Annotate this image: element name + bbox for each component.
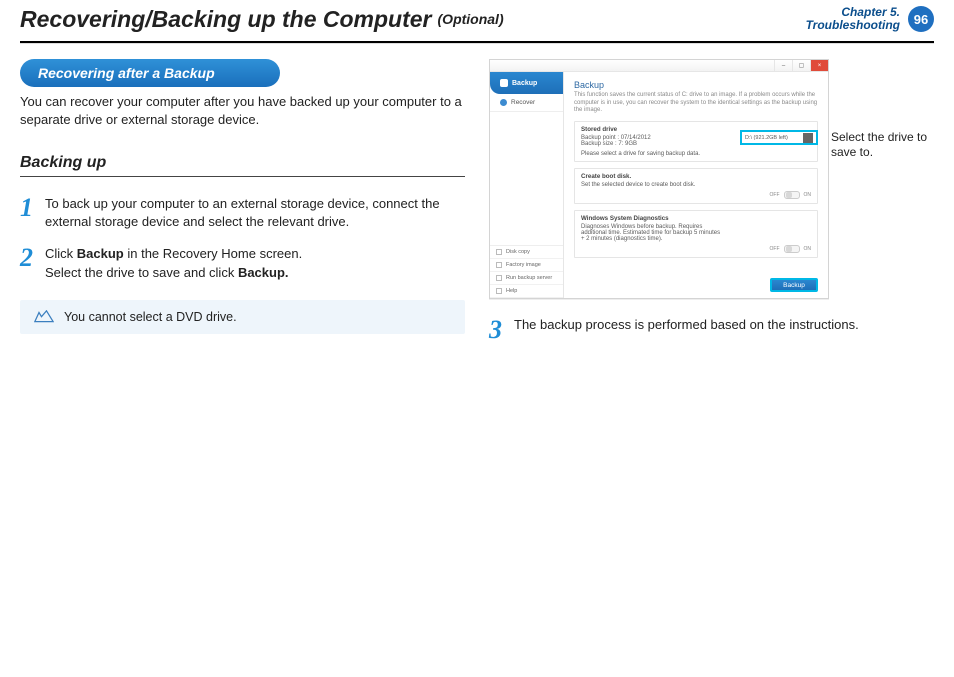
section-boot-disk: Create boot disk. Set the selected devic…	[574, 168, 818, 204]
main-panel: Backup This function saves the current s…	[564, 72, 828, 298]
step-2-text: Click Backup in the Recovery Home screen…	[45, 245, 302, 281]
step-1-text: To back up your computer to an external …	[45, 195, 465, 231]
note-text: You cannot select a DVD drive.	[64, 310, 237, 324]
step-3-text: The backup process is performed based on…	[514, 317, 859, 343]
page-title: Recovering/Backing up the Computer	[20, 6, 432, 33]
app-screenshot: – ▢ × Backup Recover	[489, 59, 829, 299]
subheading-backing-up: Backing up	[20, 154, 465, 177]
boot-disk-toggle[interactable]	[784, 191, 800, 199]
step-3: 3 The backup process is performed based …	[489, 317, 934, 343]
note-box: You cannot select a DVD drive.	[20, 300, 465, 334]
step-number: 3	[489, 317, 502, 343]
backup-button[interactable]: Backup	[770, 278, 818, 292]
header-rule	[20, 41, 934, 43]
backup-icon	[500, 79, 508, 87]
sidebar-item-help[interactable]: Help	[490, 285, 563, 298]
section-heading-pill: Recovering after a Backup	[20, 59, 280, 87]
sidebar-item-recover[interactable]: Recover	[490, 94, 563, 112]
window-maximize-button[interactable]: ▢	[792, 60, 810, 71]
callout-text: Select the drive to save to.	[831, 130, 934, 160]
sidebar-item-runserver[interactable]: Run backup server	[490, 272, 563, 285]
note-icon	[34, 310, 54, 324]
page-header: Recovering/Backing up the Computer (Opti…	[20, 0, 934, 33]
section-diagnostics: Windows System Diagnostics Diagnoses Win…	[574, 210, 818, 258]
recover-icon	[500, 99, 507, 106]
page-number: 96	[908, 6, 934, 32]
panel-desc: This function saves the current status o…	[574, 92, 818, 115]
chevron-down-icon	[803, 133, 813, 143]
panel-title: Backup	[574, 80, 818, 90]
step-1: 1 To back up your computer to an externa…	[20, 195, 465, 231]
step-number: 1	[20, 195, 33, 231]
section-intro: You can recover your computer after you …	[20, 93, 465, 128]
page-title-optional: (Optional)	[438, 11, 504, 27]
drive-select-dropdown[interactable]: D:\ (921.2GB left)	[740, 130, 818, 145]
step-2: 2 Click Backup in the Recovery Home scre…	[20, 245, 465, 281]
window-close-button[interactable]: ×	[810, 60, 828, 71]
window-minimize-button[interactable]: –	[774, 60, 792, 71]
window-titlebar: – ▢ ×	[490, 60, 828, 72]
diagnostics-toggle[interactable]	[784, 245, 800, 253]
chapter-label: Chapter 5. Troubleshooting	[806, 6, 900, 32]
screenshot-wrapper: Select the drive to save to. – ▢ × Backu…	[489, 59, 934, 299]
sidebar: Backup Recover Disk copy Factory image R…	[490, 72, 564, 298]
step-number: 2	[20, 245, 33, 281]
sidebar-item-diskcopy[interactable]: Disk copy	[490, 246, 563, 259]
sidebar-footer: Disk copy Factory image Run backup serve…	[490, 245, 563, 298]
sidebar-item-factory[interactable]: Factory image	[490, 259, 563, 272]
sidebar-item-backup[interactable]: Backup	[490, 72, 563, 94]
